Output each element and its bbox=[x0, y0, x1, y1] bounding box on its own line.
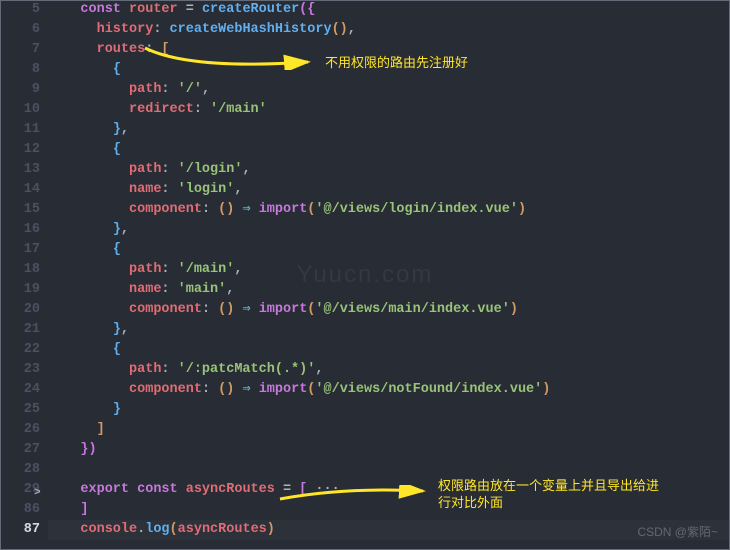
code-line[interactable]: { bbox=[48, 340, 730, 360]
line-number: 87 bbox=[0, 520, 40, 540]
line-number: 28 bbox=[0, 460, 40, 480]
code-area[interactable]: const router = createRouter({ history: c… bbox=[48, 0, 730, 540]
code-line[interactable]: }) bbox=[48, 440, 730, 460]
line-number: 10 bbox=[0, 100, 40, 120]
line-number: 9 bbox=[0, 80, 40, 100]
line-number: 24 bbox=[0, 380, 40, 400]
line-number: 13 bbox=[0, 160, 40, 180]
line-number: 12 bbox=[0, 140, 40, 160]
line-number: 6 bbox=[0, 20, 40, 40]
code-line[interactable]: console.log(asyncRoutes) bbox=[48, 520, 730, 540]
line-number: 21 bbox=[0, 320, 40, 340]
code-line[interactable]: redirect: '/main' bbox=[48, 100, 730, 120]
watermark: CSDN @紫陌~ bbox=[637, 522, 718, 542]
code-line[interactable]: history: createWebHashHistory(), bbox=[48, 20, 730, 40]
code-line[interactable]: component: () ⇒ import('@/views/main/ind… bbox=[48, 300, 730, 320]
code-line[interactable] bbox=[48, 460, 730, 480]
code-line[interactable]: }, bbox=[48, 220, 730, 240]
code-line[interactable]: path: '/login', bbox=[48, 160, 730, 180]
line-gutter: 5 6 7 8 9 10 11 12 13 14 15 16 17 18 19 … bbox=[0, 0, 48, 540]
annotation-text: 权限路由放在一个变量上并且导出给进行对比外面 bbox=[438, 478, 668, 512]
code-line[interactable]: }, bbox=[48, 320, 730, 340]
code-line[interactable]: { bbox=[48, 240, 730, 260]
line-number: 16 bbox=[0, 220, 40, 240]
code-line[interactable]: { bbox=[48, 140, 730, 160]
code-line[interactable]: path: '/:patcMatch(.*)', bbox=[48, 360, 730, 380]
line-number: 25 bbox=[0, 400, 40, 420]
line-number: 86 bbox=[0, 500, 40, 520]
code-line[interactable]: name: 'main', bbox=[48, 280, 730, 300]
line-number: 14 bbox=[0, 180, 40, 200]
line-number: 18 bbox=[0, 260, 40, 280]
code-line[interactable]: component: () ⇒ import('@/views/login/in… bbox=[48, 200, 730, 220]
code-line[interactable]: path: '/main', bbox=[48, 260, 730, 280]
fold-chevron-icon[interactable]: > bbox=[34, 483, 41, 503]
line-number: 27 bbox=[0, 440, 40, 460]
code-line[interactable]: } bbox=[48, 400, 730, 420]
code-line[interactable]: }, bbox=[48, 120, 730, 140]
line-number: 26 bbox=[0, 420, 40, 440]
line-number: 8 bbox=[0, 60, 40, 80]
annotation-text: 不用权限的路由先注册好 bbox=[325, 55, 468, 72]
code-line[interactable]: name: 'login', bbox=[48, 180, 730, 200]
annotation-arrow-icon bbox=[275, 485, 430, 505]
line-number: 20 bbox=[0, 300, 40, 320]
code-line[interactable]: ] bbox=[48, 420, 730, 440]
line-number: 5 bbox=[0, 0, 40, 20]
line-number: 22 bbox=[0, 340, 40, 360]
code-line[interactable]: const router = createRouter({ bbox=[48, 0, 730, 20]
annotation-arrow-icon bbox=[140, 45, 315, 70]
line-number: 19 bbox=[0, 280, 40, 300]
code-editor[interactable]: 5 6 7 8 9 10 11 12 13 14 15 16 17 18 19 … bbox=[0, 0, 730, 540]
line-number: 23 bbox=[0, 360, 40, 380]
line-number: 15 bbox=[0, 200, 40, 220]
line-number: 7 bbox=[0, 40, 40, 60]
line-number: 17 bbox=[0, 240, 40, 260]
line-number: 11 bbox=[0, 120, 40, 140]
code-line[interactable]: path: '/', bbox=[48, 80, 730, 100]
code-line[interactable]: component: () ⇒ import('@/views/notFound… bbox=[48, 380, 730, 400]
